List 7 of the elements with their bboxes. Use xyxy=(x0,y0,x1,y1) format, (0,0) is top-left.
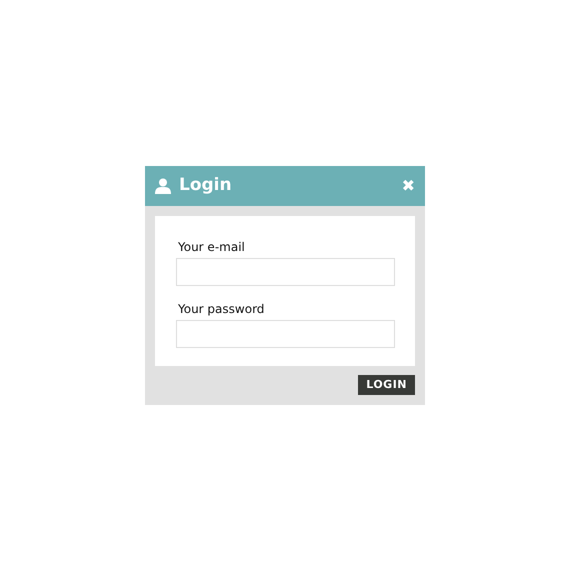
field-label: Your password xyxy=(178,301,266,318)
field-label: Your e-mail xyxy=(178,239,246,256)
user-icon xyxy=(155,178,171,194)
dialog-title: Login xyxy=(179,174,232,198)
input-field[interactable] xyxy=(176,320,395,348)
input-field[interactable] xyxy=(176,258,395,286)
login-button[interactable]: LOGIN xyxy=(358,375,415,395)
